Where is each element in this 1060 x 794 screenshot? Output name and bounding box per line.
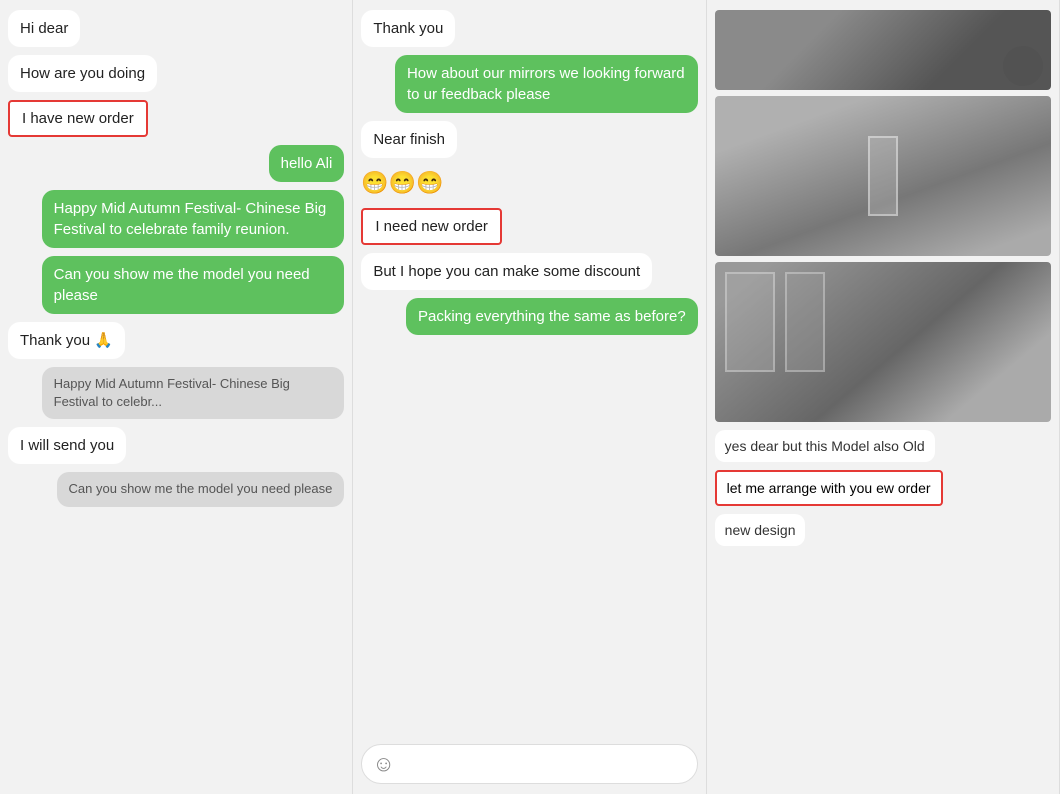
msg-discount: But I hope you can make some discount [361,253,697,290]
msg-how-are-you: How are you doing [8,55,344,92]
emoji-input-bar[interactable]: ☺ [361,744,697,784]
msg-hi-dear: Hi dear [8,10,344,47]
bubble-gray-model: Can you show me the model you need pleas… [57,472,345,506]
emoji-smile-icon[interactable]: ☺ [372,751,394,777]
product-image-frame-vertical [715,96,1051,256]
input-bar-area[interactable]: ☺ [361,744,697,784]
msg-arrange-outlined: let me arrange with you ew order [715,470,1051,506]
msg-packing: Packing everything the same as before? [361,298,697,335]
msg-gray-autumn: Happy Mid Autumn Festival- Chinese Big F… [8,367,344,419]
msg-show-model: Can you show me the model you need pleas… [8,256,344,314]
bubble-need-order: I need new order [361,208,502,245]
bubble-show-model: Can you show me the model you need pleas… [42,256,345,314]
bubble-new-design: new design [715,514,806,546]
msg-new-design: new design [715,514,1051,546]
msg-emoji-row: 😁😁😁 [361,166,697,200]
msg-thank-you: Thank you [361,10,697,47]
msg-hello-ali: hello Ali [8,145,344,182]
msg-near-finish: Near finish [361,121,697,158]
chat-column-3: yes dear but this Model also Old let me … [707,0,1060,794]
bubble-arrange: let me arrange with you ew order [715,470,943,506]
chat-column-2: Thank you How about our mirrors we looki… [353,0,706,794]
chat-column-1: Hi dear How are you doing I have new ord… [0,0,353,794]
bubble-model-old: yes dear but this Model also Old [715,430,935,462]
msg-new-order-outlined: I have new order [8,100,344,137]
msg-send-you: I will send you [8,427,344,464]
bubble-gray-autumn: Happy Mid Autumn Festival- Chinese Big F… [42,367,345,419]
msg-thank-you-pray: Thank you 🙏 [8,322,344,359]
bubble-mid-autumn: Happy Mid Autumn Festival- Chinese Big F… [42,190,345,248]
bubble-new-order: I have new order [8,100,148,137]
bubble-mirrors-feedback: How about our mirrors we looking forward… [395,55,698,113]
emoji-laughing: 😁😁😁 [361,166,443,200]
bubble-discount: But I hope you can make some discount [361,253,652,290]
bubble-thank-you-pray: Thank you 🙏 [8,322,125,359]
msg-gray-model: Can you show me the model you need pleas… [8,472,344,506]
bubble-near-finish: Near finish [361,121,457,158]
bubble-send-you: I will send you [8,427,126,464]
product-image-mirror-round [715,10,1051,90]
bubble-how-are-you: How are you doing [8,55,157,92]
bubble-thank-you: Thank you [361,10,455,47]
msg-mid-autumn: Happy Mid Autumn Festival- Chinese Big F… [8,190,344,248]
msg-need-order-outlined: I need new order [361,208,697,245]
msg-mirrors-feedback: How about our mirrors we looking forward… [361,55,697,113]
msg-model-old: yes dear but this Model also Old [715,430,1051,462]
bubble-hi-dear: Hi dear [8,10,80,47]
product-images [715,10,1051,422]
product-image-frame-group [715,262,1051,422]
bubble-hello-ali: hello Ali [269,145,345,182]
bubble-packing: Packing everything the same as before? [406,298,698,335]
